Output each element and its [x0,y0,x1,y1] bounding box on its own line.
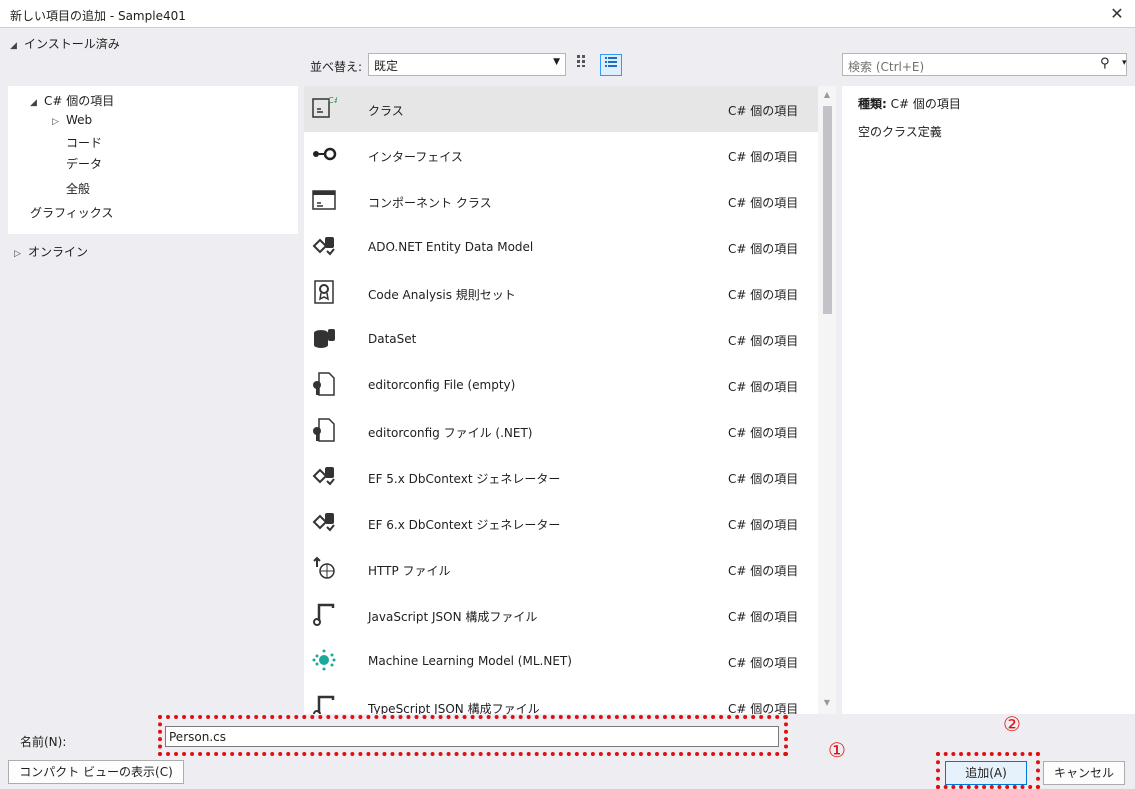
window-title: 新しい項目の追加 - Sample401 [10,9,186,23]
tree-item-data[interactable]: データ [66,155,102,172]
list-item[interactable]: Machine Learning Model (ML.NET) C# 個の項目 [304,638,818,684]
tree-item-general[interactable]: 全般 [66,180,90,197]
detail-panel: 種類: C# 個の項目 空のクラス定義 [842,86,1135,714]
annotation-marker-2: ② [1003,712,1021,736]
close-icon[interactable]: ✕ [1099,0,1135,28]
compact-view-button[interactable]: コンパクト ビューの表示(C) [8,760,184,784]
expand-icon: ▷ [14,249,21,259]
ruleset-icon [310,278,338,306]
dropdown-arrow-icon: ▼ [553,57,560,67]
list-view-icon[interactable] [600,54,622,76]
list-scrollbar[interactable]: ▲ ▼ [818,86,836,714]
small-icons-view-icon[interactable] [572,54,594,76]
highlight-box-add [936,752,1040,789]
tree-installed-header[interactable]: ◢ インストール済み [10,35,120,52]
detail-description: 空のクラス定義 [858,125,942,139]
json-config-icon [310,600,338,628]
list-item[interactable]: ADO.NET Entity Data Model C# 個の項目 [304,224,818,270]
list-item[interactable]: editorconfig ファイル (.NET) C# 個の項目 [304,408,818,454]
annotation-marker-1: ① [828,738,846,762]
sort-dropdown[interactable]: 既定 ▼ [368,53,566,76]
interface-icon [310,140,338,168]
http-file-icon [310,554,338,582]
list-item[interactable]: EF 6.x DbContext ジェネレーター C# 個の項目 [304,500,818,546]
list-item[interactable]: TypeScript JSON 構成ファイル C# 個の項目 [304,684,818,714]
json-config-icon [310,692,338,714]
list-item[interactable]: コンポーネント クラス C# 個の項目 [304,178,818,224]
list-item[interactable]: インターフェイス C# 個の項目 [304,132,818,178]
dataset-icon [310,324,338,352]
scroll-thumb[interactable] [823,106,832,314]
entity-model-icon [310,508,338,536]
list-item[interactable]: HTTP ファイル C# 個の項目 [304,546,818,592]
cancel-button[interactable]: キャンセル [1043,761,1125,785]
collapse-icon: ◢ [30,98,37,108]
entity-model-icon [310,462,338,490]
name-label: 名前(N): [20,735,67,749]
tree-item-graphics[interactable]: グラフィックス [30,204,113,221]
highlight-box-name [158,715,788,756]
expand-icon: ▷ [52,117,59,127]
search-options-icon[interactable]: ▾ [1122,58,1127,68]
title-bar: 新しい項目の追加 - Sample401 ✕ [0,0,1135,28]
list-item[interactable]: editorconfig File (empty) C# 個の項目 [304,362,818,408]
search-input[interactable]: 検索 (Ctrl+E) [842,53,1127,76]
template-tree: ◢ C# 個の項目 ▷ Web コード データ 全般 グラフィックス [8,86,298,234]
class-icon: C# [310,94,338,122]
scroll-down-icon[interactable]: ▼ [822,698,832,707]
tree-item-csharp[interactable]: ◢ C# 個の項目 [30,92,114,109]
list-item[interactable]: JavaScript JSON 構成ファイル C# 個の項目 [304,592,818,638]
ml-model-icon [310,646,338,674]
config-file-icon [310,416,338,444]
svg-text:C#: C# [328,96,337,105]
config-file-icon [310,370,338,398]
sort-label: 並べ替え: [310,60,363,74]
list-item[interactable]: Code Analysis 規則セット C# 個の項目 [304,270,818,316]
tree-online-header[interactable]: ▷ オンライン [14,243,88,260]
list-item[interactable]: C# クラス C# 個の項目 [304,86,818,132]
collapse-icon: ◢ [10,41,17,51]
detail-kind: 種類: C# 個の項目 [858,97,961,111]
component-class-icon [310,186,338,214]
entity-model-icon [310,232,338,260]
list-item[interactable]: DataSet C# 個の項目 [304,316,818,362]
list-item[interactable]: EF 5.x DbContext ジェネレーター C# 個の項目 [304,454,818,500]
tree-item-web[interactable]: ▷ Web [52,113,92,127]
search-icon[interactable]: ⚲ [1100,56,1110,71]
scroll-up-icon[interactable]: ▲ [822,90,832,99]
tree-item-code[interactable]: コード [66,134,102,151]
template-list: C# クラス C# 個の項目 インターフェイス C# 個の項目 コンポーネント … [304,86,836,714]
